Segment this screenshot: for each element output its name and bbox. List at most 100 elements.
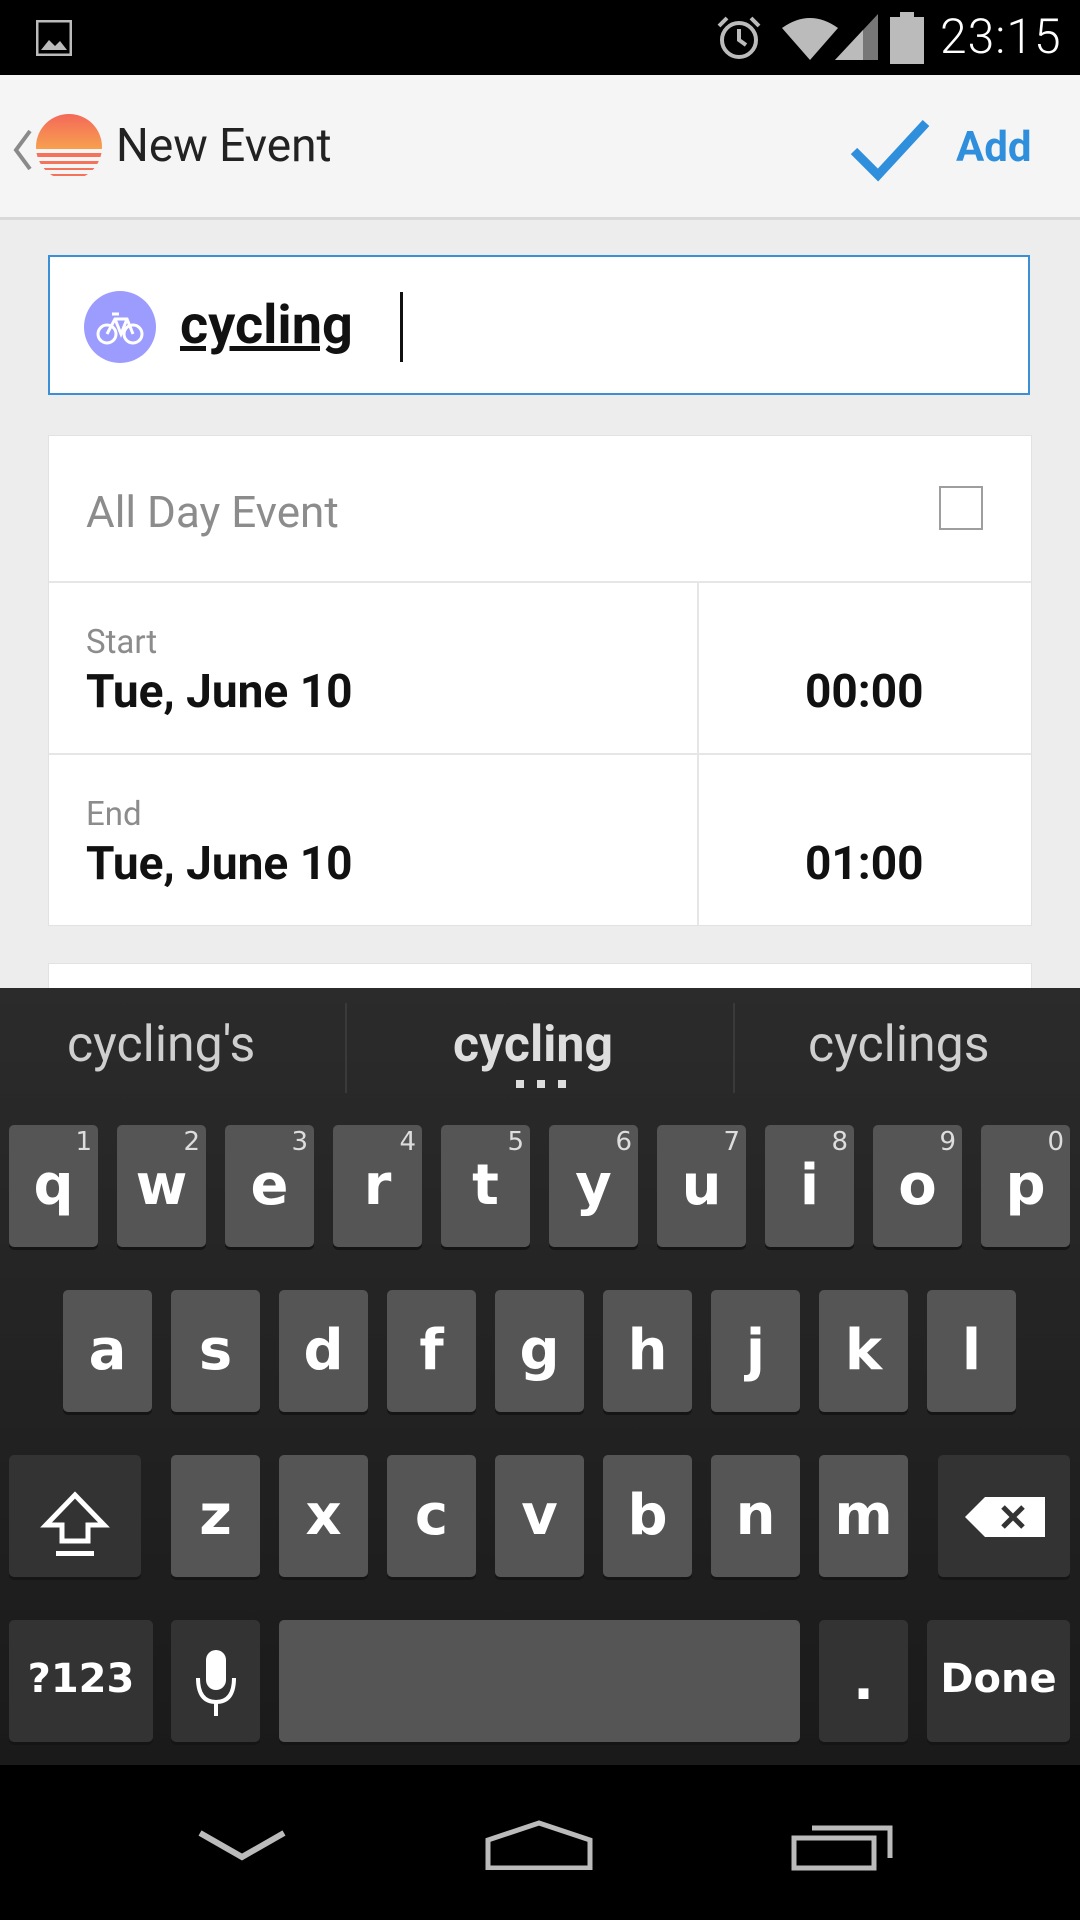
key-label: t <box>472 1153 499 1218</box>
key-label: l <box>961 1318 982 1383</box>
backspace-key[interactable] <box>938 1455 1070 1577</box>
key-label: y <box>575 1153 612 1218</box>
key-label: . <box>852 1648 875 1713</box>
end-date[interactable]: Tue, June 10 <box>86 837 352 891</box>
key-label: q <box>33 1153 74 1218</box>
bicycle-icon <box>96 312 144 345</box>
key-label: Done <box>940 1656 1057 1702</box>
key-label: e <box>250 1153 289 1218</box>
key[interactable]: m <box>819 1455 908 1577</box>
key-label: j <box>745 1318 766 1383</box>
key[interactable]: p0 <box>981 1125 1070 1247</box>
key[interactable]: i8 <box>765 1125 854 1247</box>
key[interactable]: o9 <box>873 1125 962 1247</box>
key-label: c <box>414 1483 449 1548</box>
key-label: m <box>834 1483 893 1548</box>
key[interactable]: f <box>387 1290 476 1412</box>
image-notification-icon <box>36 20 72 56</box>
key[interactable]: e3 <box>225 1125 314 1247</box>
suggestion-divider <box>345 1003 347 1093</box>
battery-icon <box>890 12 924 64</box>
voice-input-key[interactable] <box>171 1620 260 1742</box>
back-nav-icon[interactable] <box>196 1827 288 1863</box>
navigation-bar <box>0 1765 1080 1920</box>
key[interactable]: j <box>711 1290 800 1412</box>
recent-apps-icon[interactable] <box>790 1820 895 1872</box>
key-label: i <box>799 1153 820 1218</box>
period-key[interactable]: . <box>819 1620 908 1742</box>
microphone-icon <box>196 1650 236 1716</box>
key[interactable]: y6 <box>549 1125 638 1247</box>
shift-key[interactable] <box>9 1455 141 1577</box>
end-row: End Tue, June 10 01:00 <box>49 755 1031 925</box>
key[interactable]: l <box>927 1290 1016 1412</box>
key[interactable]: x <box>279 1455 368 1577</box>
key[interactable]: k <box>819 1290 908 1412</box>
key-hint: 4 <box>399 1127 416 1157</box>
key-hint: 6 <box>615 1127 632 1157</box>
key[interactable]: v <box>495 1455 584 1577</box>
shift-arrow-icon <box>40 1491 110 1556</box>
key[interactable]: a <box>63 1290 152 1412</box>
key-label: p <box>1005 1153 1046 1218</box>
add-button[interactable]: Add <box>956 123 1032 172</box>
key[interactable]: c <box>387 1455 476 1577</box>
event-title-field[interactable] <box>48 255 1030 395</box>
key[interactable]: b <box>603 1455 692 1577</box>
key-label: u <box>681 1153 722 1218</box>
row-divider <box>697 755 699 925</box>
suggestion-center[interactable]: cycling <box>453 1016 613 1074</box>
key[interactable]: g <box>495 1290 584 1412</box>
status-time: 23:15 <box>940 8 1062 65</box>
key[interactable]: t5 <box>441 1125 530 1247</box>
sunrise-logo-icon[interactable] <box>35 113 103 181</box>
wifi-icon <box>782 18 838 60</box>
checkmark-icon[interactable] <box>850 117 930 182</box>
key[interactable]: q1 <box>9 1125 98 1247</box>
key-hint: 5 <box>507 1127 524 1157</box>
key[interactable]: n <box>711 1455 800 1577</box>
key[interactable]: r4 <box>333 1125 422 1247</box>
suggestion-strip: cycling's cycling cyclings <box>0 988 1080 1116</box>
key-label: o <box>898 1153 937 1218</box>
key-hint: 1 <box>75 1127 92 1157</box>
key-label: g <box>519 1318 560 1383</box>
key-label: h <box>627 1318 668 1383</box>
start-row: Start Tue, June 10 00:00 <box>49 583 1031 755</box>
suggestion-left[interactable]: cycling's <box>67 1016 255 1074</box>
space-key[interactable] <box>279 1620 800 1742</box>
key[interactable]: w2 <box>117 1125 206 1247</box>
home-nav-icon[interactable] <box>484 1820 594 1870</box>
key[interactable]: h <box>603 1290 692 1412</box>
screen-title: New Event <box>116 119 332 173</box>
key-label: w <box>135 1153 188 1218</box>
key-label: z <box>199 1483 232 1548</box>
text-caret <box>400 292 403 362</box>
key[interactable]: z <box>171 1455 260 1577</box>
start-date[interactable]: Tue, June 10 <box>86 665 352 719</box>
keyboard: cycling's cycling cyclings q1 w2 e3 r4 t… <box>0 988 1080 1765</box>
key[interactable]: d <box>279 1290 368 1412</box>
key[interactable]: u7 <box>657 1125 746 1247</box>
key-label: n <box>735 1483 776 1548</box>
backspace-icon <box>965 1497 1045 1537</box>
key-label: s <box>198 1318 233 1383</box>
start-time[interactable]: 00:00 <box>805 665 924 719</box>
key-label: x <box>305 1483 342 1548</box>
back-chevron-icon[interactable] <box>12 129 32 171</box>
more-suggestions-icon <box>516 1080 566 1088</box>
key-label: r <box>363 1153 392 1218</box>
key-hint: 9 <box>939 1127 956 1157</box>
key-hint: 2 <box>183 1127 200 1157</box>
event-title-input[interactable] <box>180 285 1000 365</box>
all-day-checkbox[interactable] <box>939 486 983 530</box>
done-key[interactable]: Done <box>927 1620 1070 1742</box>
suggestion-right[interactable]: cyclings <box>808 1016 990 1074</box>
all-day-row[interactable]: All Day Event <box>49 436 1031 583</box>
symbols-key[interactable]: ?123 <box>9 1620 153 1742</box>
category-badge[interactable] <box>84 291 156 363</box>
key-hint: 3 <box>291 1127 308 1157</box>
alarm-icon <box>717 16 761 59</box>
end-time[interactable]: 01:00 <box>805 837 924 891</box>
key[interactable]: s <box>171 1290 260 1412</box>
